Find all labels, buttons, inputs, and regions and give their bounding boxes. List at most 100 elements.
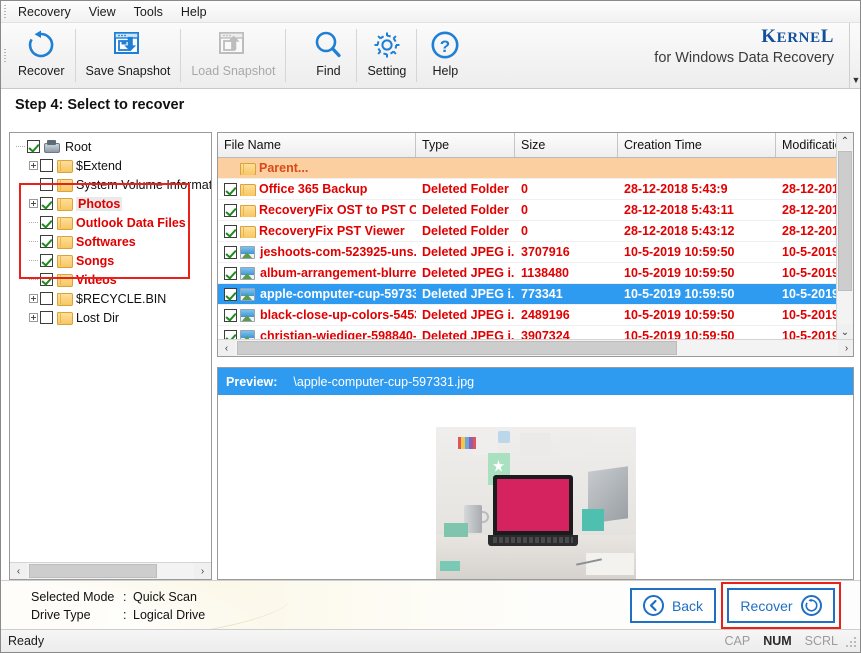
expand-plus-icon[interactable]	[27, 156, 40, 175]
menu-grip-handle[interactable]	[1, 1, 9, 22]
file-row[interactable]: RecoveryFix PST Viewer Deleted Folder 0 28-…	[218, 221, 853, 242]
file-row-checkbox[interactable]	[224, 245, 237, 259]
tree-checkbox[interactable]	[40, 197, 53, 210]
back-button[interactable]: Back	[630, 588, 716, 623]
circular-arrow-icon	[800, 595, 822, 616]
tree-node-root[interactable]: Root	[12, 137, 211, 156]
file-row[interactable]: album-arrangement-blurre... Deleted JPEG …	[218, 263, 853, 284]
file-row[interactable]: RecoveryFix OST to PST Co... Deleted Fold…	[218, 200, 853, 221]
tree-checkbox[interactable]	[40, 235, 53, 248]
toolbar-button-find[interactable]: Find	[301, 23, 355, 88]
toolbar-button-save-snapshot[interactable]: Save Snapshot	[77, 23, 180, 88]
tree-node-photos[interactable]: Photos	[12, 194, 211, 213]
file-list-vscroll-track[interactable]	[836, 150, 853, 324]
tree-scroll-thumb[interactable]	[29, 563, 157, 578]
tree-scroll-left-icon[interactable]: ‹	[10, 562, 27, 579]
file-row-checkbox[interactable]	[224, 266, 237, 280]
file-created-cell: 28-12-2018 5:43:12	[624, 224, 735, 238]
tree-checkbox[interactable]	[40, 254, 53, 267]
file-size-cell: 773341	[521, 287, 563, 301]
tree-checkbox[interactable]	[27, 140, 40, 153]
folder-icon	[57, 197, 73, 211]
tree-node-recycle-bin[interactable]: $RECYCLE.BIN	[12, 289, 211, 308]
toolbar-grip-handle[interactable]	[1, 23, 9, 88]
file-list-vscroll-thumb[interactable]	[837, 151, 852, 291]
column-header-file-name[interactable]: File Name	[218, 133, 416, 157]
file-row-checkbox[interactable]	[224, 224, 237, 238]
menu-item-tools[interactable]: Tools	[125, 2, 172, 22]
tree-node-videos[interactable]: Videos	[12, 270, 211, 289]
tree-checkbox[interactable]	[40, 216, 53, 229]
tree-checkbox[interactable]	[40, 178, 53, 191]
tree-checkbox[interactable]	[40, 273, 53, 286]
menu-item-help[interactable]: Help	[172, 2, 216, 22]
toolbar-button-recover[interactable]: Recover	[9, 23, 74, 88]
tree-scroll-track[interactable]	[27, 562, 194, 579]
folder-icon	[57, 235, 73, 249]
toolbar-button-help[interactable]: ? Help	[418, 23, 472, 88]
toolbar-separator	[74, 29, 76, 82]
tree-node-outlook-data-files[interactable]: Outlook Data Files	[12, 213, 211, 232]
file-created-cell: 28-12-2018 5:43:11	[624, 203, 734, 217]
tree-node-extend[interactable]: $Extend	[12, 156, 211, 175]
file-row[interactable]: apple-computer-cup-59733... Deleted JPEG …	[218, 284, 853, 305]
file-list-panel: File Name Type Size Creation Time Modificati…	[217, 132, 854, 357]
file-type-cell: Deleted Folder	[422, 182, 509, 196]
status-text: Ready	[8, 634, 45, 648]
toolbar-label-load-snapshot: Load Snapshot	[191, 64, 276, 78]
toolbar-overflow-button[interactable]: ▼	[849, 23, 860, 88]
file-row-checkbox[interactable]	[224, 308, 237, 322]
scan-info: Selected Mode : Quick Scan Drive Type : …	[31, 588, 205, 624]
tree-node-label: $RECYCLE.BIN	[76, 291, 167, 306]
file-row[interactable]: Parent...	[218, 158, 853, 179]
file-list-scroll-up-icon[interactable]: ⌃	[836, 133, 853, 150]
arrow-left-circle-icon	[642, 595, 664, 616]
file-row-checkbox[interactable]	[224, 182, 237, 196]
toolbar-label-recover: Recover	[18, 64, 65, 78]
file-list-hscroll-thumb[interactable]	[237, 340, 677, 355]
folder-tree[interactable]: Root $Extend System Volume Informati Photos…	[10, 133, 211, 327]
svg-text:?: ?	[440, 37, 450, 56]
toolbar-button-setting[interactable]: Setting	[358, 23, 415, 88]
tree-node-softwares[interactable]: Softwares	[12, 232, 211, 251]
file-modified-cell: 28-12-2018 5	[782, 203, 838, 217]
menu-item-view[interactable]: View	[80, 2, 125, 22]
file-row[interactable]: Office 365 Backup Deleted Folder 0 28-12-20…	[218, 179, 853, 200]
file-row[interactable]: black-close-up-colors-5453... Deleted JPE…	[218, 305, 853, 326]
file-row-checkbox[interactable]	[224, 203, 237, 217]
file-row[interactable]: jeshoots-com-523925-uns... Deleted JPEG i…	[218, 242, 853, 263]
resize-grip-icon[interactable]	[845, 637, 857, 649]
recover-button[interactable]: Recover	[727, 588, 835, 623]
expand-plus-icon[interactable]	[27, 289, 40, 308]
application-window: Recovery View Tools Help Recover Save Sn…	[0, 0, 861, 653]
tree-checkbox[interactable]	[40, 292, 53, 305]
file-list-horizontal-scrollbar[interactable]: ‹ ›	[218, 339, 853, 356]
column-header-size[interactable]: Size	[515, 133, 618, 157]
tree-checkbox[interactable]	[40, 311, 53, 324]
expand-plus-icon[interactable]	[27, 308, 40, 327]
file-list-vertical-scrollbar[interactable]: ⌃ ⌄	[836, 133, 853, 341]
tree-node-label: Softwares	[76, 234, 136, 249]
tree-node-songs[interactable]: Songs	[12, 251, 211, 270]
file-list-scroll-left-icon[interactable]: ‹	[218, 339, 235, 356]
menu-item-recovery[interactable]: Recovery	[9, 2, 80, 22]
column-header-modification[interactable]: Modification	[776, 133, 838, 157]
tree-connector-line	[27, 270, 40, 289]
tree-checkbox[interactable]	[40, 159, 53, 172]
menu-bar: Recovery View Tools Help	[1, 1, 860, 23]
column-header-type[interactable]: Type	[416, 133, 515, 157]
expand-plus-icon[interactable]	[27, 194, 40, 213]
lock-indicator-num: NUM	[763, 634, 792, 648]
column-header-creation-time[interactable]: Creation Time	[618, 133, 776, 157]
tree-node-lost-dir[interactable]: Lost Dir	[12, 308, 211, 327]
file-list-scroll-right-icon[interactable]: ›	[838, 339, 853, 356]
tree-node-system-volume-informati[interactable]: System Volume Informati	[12, 175, 211, 194]
tree-scroll-right-icon[interactable]: ›	[194, 562, 211, 579]
tree-horizontal-scrollbar[interactable]: ‹ ›	[10, 562, 211, 579]
file-list-rows[interactable]: Parent... Office 365 Backup Deleted Folder…	[218, 158, 853, 356]
file-size-cell: 0	[521, 182, 528, 196]
file-type-cell: Deleted Folder	[422, 224, 509, 238]
toolbar-button-load-snapshot[interactable]: Load Snapshot	[182, 23, 284, 88]
file-row-checkbox[interactable]	[224, 287, 237, 301]
file-list-hscroll-track[interactable]	[235, 339, 838, 356]
